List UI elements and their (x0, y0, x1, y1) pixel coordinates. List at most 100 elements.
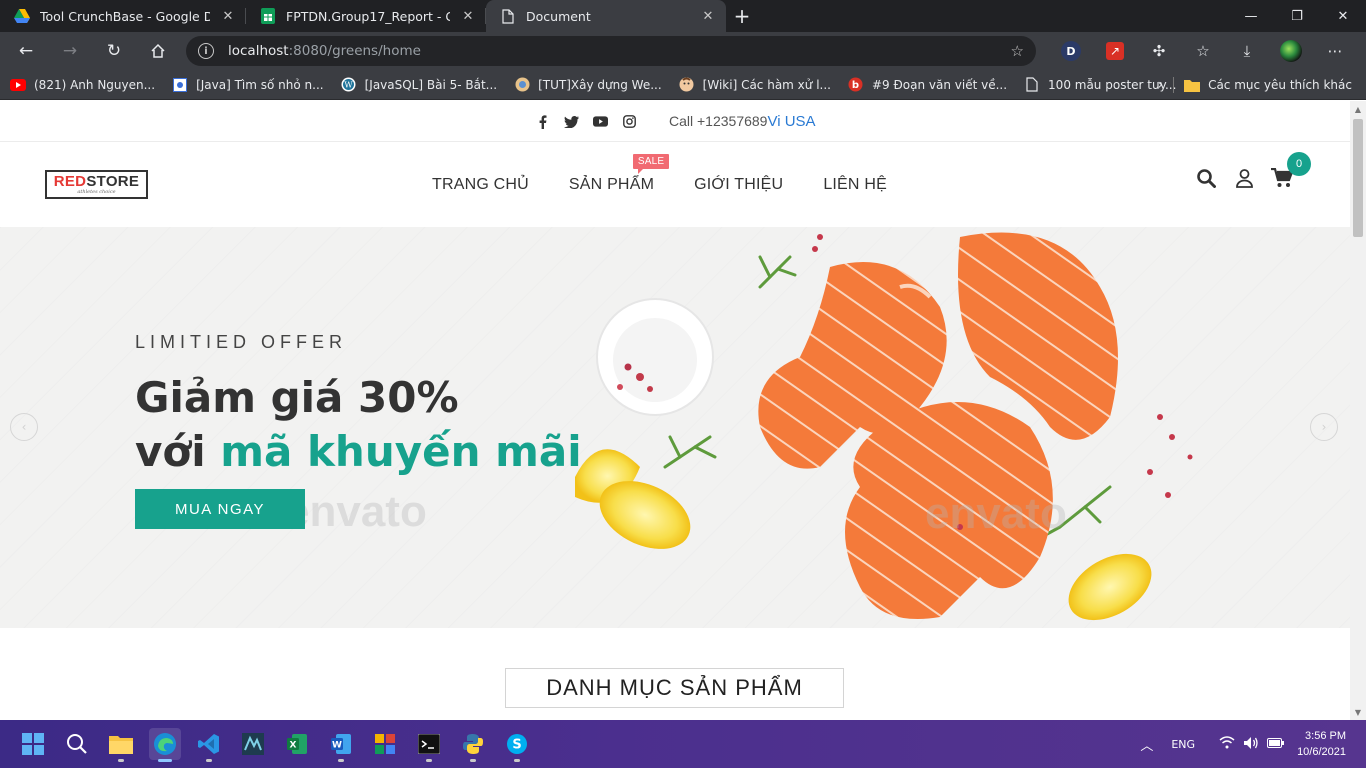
python-icon[interactable] (457, 728, 489, 762)
favorite-star-icon[interactable]: ☆ (1011, 42, 1024, 60)
folder-icon (1184, 79, 1201, 92)
sale-badge: SALE (632, 154, 670, 174)
restore-icon[interactable]: ❐ (1274, 0, 1320, 32)
instagram-icon[interactable] (622, 114, 637, 129)
bookmark-item[interactable]: W [JavaSQL] Bài 5- Bắt... (341, 77, 497, 93)
url-host: localhost (228, 43, 289, 59)
new-tab-button[interactable]: + (726, 0, 758, 32)
slider-prev-icon[interactable]: ‹ (10, 413, 38, 441)
logo-tagline: athletes choice (77, 189, 116, 195)
database-tool-icon[interactable] (237, 728, 269, 760)
windows-taskbar: X W S ︿ ENG 3:56 PM 10/6/2021 (0, 720, 1366, 768)
more-menu-icon[interactable]: ⋯ (1320, 36, 1350, 66)
url-path: :8080/greens/home (288, 43, 421, 59)
page-scrollbar[interactable]: ▲ ▼ (1350, 101, 1366, 720)
slider-next-icon[interactable]: › (1310, 413, 1338, 441)
wifi-icon[interactable] (1219, 736, 1235, 752)
youtube-icon[interactable] (593, 114, 608, 129)
bookmark-item[interactable]: 100 mẫu poster tuy... (1024, 77, 1176, 93)
url-input[interactable]: i localhost:8080/greens/home ☆ (186, 36, 1036, 66)
menu-item-about[interactable]: GIỚI THIỆU (694, 176, 783, 194)
back-icon[interactable]: ← (8, 36, 44, 66)
google-sheets-icon (260, 8, 276, 24)
design-tool-icon[interactable] (369, 728, 401, 760)
minimize-icon[interactable]: — (1228, 0, 1274, 32)
hero-eyebrow: LIMITIED OFFER (135, 332, 348, 352)
download-icon[interactable]: ⤓ (1232, 36, 1262, 66)
bookmark-item[interactable]: b #9 Đoạn văn viết về... (848, 77, 1007, 93)
windows-start-icon[interactable] (17, 728, 49, 760)
forward-icon[interactable]: → (52, 36, 88, 66)
window-controls: — ❐ ✕ (1228, 0, 1366, 32)
top-info-bar: Call +12357689Vi USA (0, 101, 1350, 142)
search-icon[interactable] (1195, 167, 1217, 189)
close-window-icon[interactable]: ✕ (1320, 0, 1366, 32)
site-logo[interactable]: REDSTORE athletes choice (45, 170, 148, 199)
hero-slider: envato envato LIMITIED OFFER Giảm giá 30… (0, 227, 1350, 628)
bookmark-item[interactable]: [Java] Tìm số nhỏ n... (172, 77, 324, 93)
scrollbar-thumb[interactable] (1353, 119, 1363, 237)
search-icon[interactable] (61, 728, 93, 760)
address-bar-row: ← → ↻ i localhost:8080/greens/home ☆ D ↗… (0, 32, 1366, 70)
main-menu: TRANG CHỦ SẢN PHẨM SALE GIỚI THIỆU LIÊN … (432, 154, 927, 194)
chevron-up-icon[interactable]: ︿ (1140, 735, 1153, 754)
bookmark-item[interactable]: (821) Anh Nguyen... (10, 77, 155, 93)
system-tray: ︿ ENG 3:56 PM 10/6/2021 (1140, 720, 1366, 768)
browser-tab-bar: Tool CrunchBase - Google Drive ✕ FPTDN.G… (0, 0, 1366, 32)
document-icon (500, 8, 516, 24)
phone-number: Call +12357689 (669, 113, 768, 129)
tab-google-drive[interactable]: Tool CrunchBase - Google Drive ✕ (0, 0, 246, 32)
volume-icon[interactable] (1243, 736, 1259, 753)
buy-now-button[interactable]: MUA NGAY (135, 489, 305, 529)
twitter-icon[interactable] (564, 114, 579, 129)
user-icon[interactable] (1233, 167, 1255, 189)
language-switch[interactable]: Vi USA (767, 113, 815, 130)
scroll-up-icon[interactable]: ▲ (1350, 101, 1366, 117)
page-icon (1024, 77, 1040, 93)
svg-text:b: b (852, 80, 859, 91)
excel-icon[interactable]: X (281, 728, 313, 760)
edge-browser-icon[interactable] (149, 728, 181, 762)
extension-red-icon[interactable]: ↗ (1100, 36, 1130, 66)
b-icon: b (848, 77, 864, 93)
site-icon (514, 77, 530, 93)
facebook-icon[interactable] (535, 114, 550, 129)
tab-report[interactable]: FPTDN.Group17_Report - Google ✕ (246, 0, 486, 32)
skype-icon[interactable]: S (501, 728, 533, 762)
profile-avatar-icon[interactable] (1276, 36, 1306, 66)
profile-d-icon[interactable]: D (1056, 36, 1086, 66)
close-icon[interactable]: ✕ (220, 9, 236, 24)
youtube-icon (10, 77, 26, 93)
tab-title: Document (526, 8, 591, 24)
battery-icon[interactable] (1267, 737, 1285, 752)
menu-item-contact[interactable]: LIÊN HỆ (823, 176, 887, 194)
watermark: envato (285, 487, 427, 536)
menu-item-home[interactable]: TRANG CHỦ (432, 176, 529, 194)
clock-time: 3:56 PM (1305, 730, 1346, 742)
bookmark-item[interactable]: [TUT]Xây dựng We... (514, 77, 662, 93)
tab-title: Tool CrunchBase - Google Drive (40, 8, 210, 24)
scroll-down-icon[interactable]: ▼ (1350, 704, 1366, 720)
chevron-right-icon[interactable]: › (1157, 77, 1163, 93)
file-explorer-icon[interactable] (105, 728, 137, 762)
word-icon[interactable]: W (325, 728, 357, 762)
clock[interactable]: 3:56 PM 10/6/2021 (1297, 728, 1346, 760)
close-icon[interactable]: ✕ (700, 9, 716, 24)
terminal-icon[interactable] (413, 728, 445, 762)
menu-item-products[interactable]: SẢN PHẨM SALE (569, 154, 670, 194)
site-header: REDSTORE athletes choice TRANG CHỦ SẢN P… (0, 143, 1350, 227)
tab-document[interactable]: Document ✕ (486, 0, 726, 32)
home-icon[interactable] (140, 36, 176, 66)
info-icon[interactable]: i (198, 43, 214, 59)
input-language[interactable]: ENG (1171, 738, 1195, 751)
extensions-puzzle-icon[interactable]: ✣ (1144, 36, 1174, 66)
tab-title: FPTDN.Group17_Report - Google (286, 8, 450, 24)
other-favorites[interactable]: › Các mục yêu thích khác (1157, 70, 1352, 100)
bookmark-item[interactable]: [Wiki] Các hàm xử l... (679, 77, 831, 93)
close-icon[interactable]: ✕ (460, 9, 476, 24)
favorites-icon[interactable]: ☆ (1188, 36, 1218, 66)
refresh-icon[interactable]: ↻ (96, 36, 132, 66)
wordpress-icon: W (341, 77, 357, 93)
vscode-icon[interactable] (193, 728, 225, 762)
clock-date: 10/6/2021 (1297, 746, 1346, 758)
